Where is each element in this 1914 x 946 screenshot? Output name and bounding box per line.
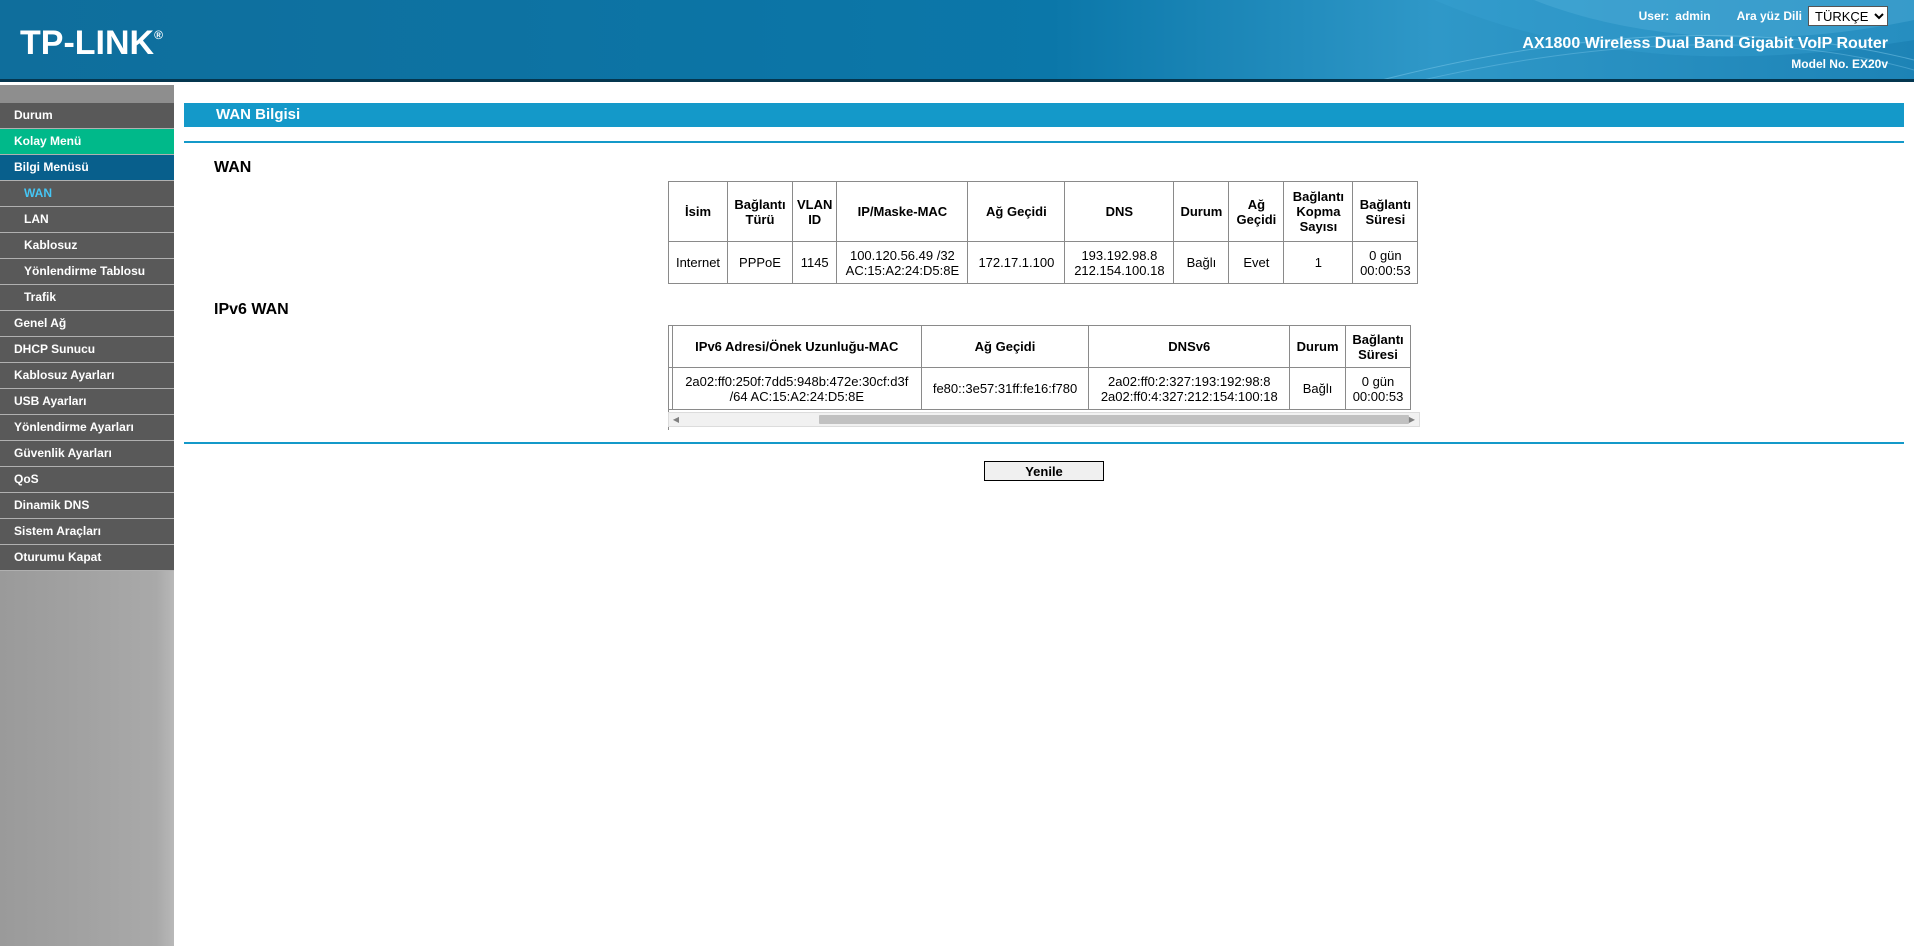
scrollbar-thumb[interactable]	[819, 415, 1409, 424]
sidebar-item-kablosuz[interactable]: Kablosuz	[0, 233, 174, 259]
table-row: 2a02:ff0:250f:7dd5:948b:472e:30cf:d3f/64…	[669, 367, 1411, 410]
wan-section-title: WAN	[214, 159, 252, 176]
col-header: Bağlantı Kopma Sayısı	[1283, 181, 1354, 242]
scroll-left-arrow-icon[interactable]: ◀	[669, 413, 683, 426]
sidebar-item-wan[interactable]: WAN	[0, 181, 174, 207]
ipv6-table: IPv6 Adresi/Önek Uzunluğu-MAC Ağ Geçidi …	[669, 325, 1411, 410]
col-header: VLAN ID	[791, 181, 838, 242]
sidebar-item-dhcp-sunucu[interactable]: DHCP Sunucu	[0, 337, 174, 363]
col-header: Durum	[1289, 325, 1347, 368]
col-header: IPv6 Adresi/Önek Uzunluğu-MAC	[671, 325, 922, 368]
sidebar-item-sistem-araclari[interactable]: Sistem Araçları	[0, 519, 174, 545]
col-header: İsim	[668, 181, 728, 242]
scroll-right-arrow-icon[interactable]: ▶	[1405, 413, 1419, 426]
col-header: Ağ Geçidi	[1228, 181, 1285, 242]
sidebar-item-dinamik-dns[interactable]: Dinamik DNS	[0, 493, 174, 519]
cell-type: PPPoE	[727, 241, 793, 284]
table-header-row: IPv6 Adresi/Önek Uzunluğu-MAC Ağ Geçidi …	[669, 325, 1411, 368]
col-header: Ağ Geçidi	[920, 325, 1090, 368]
horizontal-scrollbar[interactable]: ◀ ▶	[668, 412, 1420, 427]
sidebar-item-kablosuz-ayarlari[interactable]: Kablosuz Ayarları	[0, 363, 174, 389]
col-header: Ağ Geçidi	[967, 181, 1066, 242]
sidebar-item-guvenlik-ayarlari[interactable]: Güvenlik Ayarları	[0, 441, 174, 467]
sidebar-item-qos[interactable]: QoS	[0, 467, 174, 493]
header: TP-LINK® User: admin Ara yüz Dili TÜRKÇE…	[0, 0, 1914, 82]
sidebar-item-trafik[interactable]: Trafik	[0, 285, 174, 311]
col-header: Bağlantı Türü	[727, 181, 793, 242]
col-header: DNS	[1064, 181, 1175, 242]
cell-vlan: 1145	[791, 241, 838, 284]
ipv6-section-title: IPv6 WAN	[214, 301, 289, 318]
divider-top	[184, 141, 1904, 143]
user-name: admin	[1675, 9, 1711, 23]
col-header: Durum	[1173, 181, 1230, 242]
page-title: WAN Bilgisi	[184, 103, 1904, 127]
wan-table: İsim Bağlantı Türü VLAN ID IP/Maske-MAC Ağ…	[668, 181, 1419, 284]
cell-gateway: 172.17.1.100	[967, 241, 1066, 284]
language-select[interactable]: TÜRKÇE	[1808, 6, 1888, 26]
tp-link-logo: TP-LINK®	[20, 24, 163, 62]
col-header: DNSv6	[1088, 325, 1291, 368]
language-label: Ara yüz Dili	[1736, 9, 1802, 23]
col-header: IP/Maske-MAC	[836, 181, 969, 242]
product-name: AX1800 Wireless Dual Band Gigabit VoIP R…	[1522, 35, 1888, 52]
cell-ip-mac: 100.120.56.49 /32 AC:15:A2:24:D5:8E	[836, 241, 969, 284]
model-number: Model No. EX20v	[1791, 57, 1888, 71]
user-label: User:	[1638, 9, 1670, 23]
sidebar-item-lan[interactable]: LAN	[0, 207, 174, 233]
main-content: WAN Bilgisi WAN İsim Bağlantı Türü VLAN ID…	[184, 103, 1904, 481]
sidebar-top	[0, 85, 174, 103]
cell-uptime: 0 gün 00:00:53	[1345, 367, 1411, 410]
col-header: Bağlantı Süresi	[1345, 325, 1411, 368]
cell-status: Bağlı	[1173, 241, 1230, 284]
cell-uptime: 0 gün 00:00:53	[1352, 241, 1419, 284]
sidebar-item-usb-ayarlari[interactable]: USB Ayarları	[0, 389, 174, 415]
cell-status: Bağlı	[1289, 367, 1347, 410]
cell-disconnects: 1	[1283, 241, 1354, 284]
sidebar-item-yonlendirme-ayarlari[interactable]: Yönlendirme Ayarları	[0, 415, 174, 441]
cell-default-gateway: Evet	[1228, 241, 1285, 284]
sidebar: Durum Kolay Menü Bilgi Menüsü WAN LAN Ka…	[0, 85, 174, 946]
sidebar-item-genel-ag[interactable]: Genel Ağ	[0, 311, 174, 337]
cell-dnsv6: 2a02:ff0:2:327:193:192:98:8 2a02:ff0:4:32…	[1088, 367, 1291, 410]
sidebar-item-oturumu-kapat[interactable]: Oturumu Kapat	[0, 545, 174, 571]
cell-ipv6-gateway: fe80::3e57:31ff:fe16:f780	[920, 367, 1090, 410]
divider-bottom	[184, 442, 1904, 444]
refresh-button[interactable]: Yenile	[984, 461, 1104, 481]
table-row: Internet PPPoE 1145 100.120.56.49 /32 AC:…	[668, 241, 1419, 284]
sidebar-item-yonlendirme-tablosu[interactable]: Yönlendirme Tablosu	[0, 259, 174, 285]
cell-ipv6-address: 2a02:ff0:250f:7dd5:948b:472e:30cf:d3f/64…	[671, 367, 922, 410]
sidebar-item-bilgi-menusu[interactable]: Bilgi Menüsü	[0, 155, 174, 181]
col-header: Bağlantı Süresi	[1352, 181, 1419, 242]
sidebar-item-durum[interactable]: Durum	[0, 103, 174, 129]
cell-name: Internet	[668, 241, 728, 284]
cell-dns: 193.192.98.8 212.154.100.18	[1064, 241, 1175, 284]
table-header-row: İsim Bağlantı Türü VLAN ID IP/Maske-MAC Ağ…	[668, 181, 1419, 242]
user-bar: User: admin Ara yüz Dili TÜRKÇE	[1639, 6, 1888, 26]
sidebar-item-kolay-menu[interactable]: Kolay Menü	[0, 129, 174, 155]
